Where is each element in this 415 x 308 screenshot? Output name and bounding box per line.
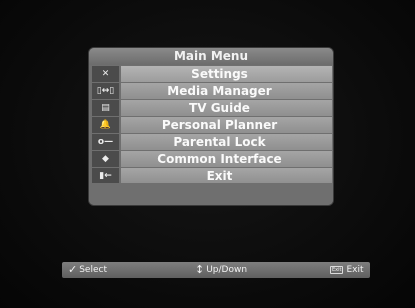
button-hint-bar: ✓ Select ↕ Up/Down Exit Exit xyxy=(62,262,370,278)
menu-item-media-manager[interactable]: ▯↔▯ Media Manager xyxy=(92,83,332,99)
card-icon: ◆ xyxy=(92,151,119,167)
key-icon: o— xyxy=(92,134,119,150)
hint-select: ✓ Select xyxy=(68,262,107,278)
menu-item-label: Personal Planner xyxy=(121,117,332,133)
hint-select-label: Select xyxy=(79,265,107,275)
menu-item-label: Exit xyxy=(121,168,332,184)
exit-key-icon: Exit xyxy=(330,266,344,274)
checkmark-icon: ✓ xyxy=(68,263,78,276)
menu-item-personal-planner[interactable]: 🔔 Personal Planner xyxy=(92,117,332,133)
up-down-arrow-icon: ↕ xyxy=(195,263,205,276)
menu-item-label: TV Guide xyxy=(121,100,332,116)
menu-item-exit[interactable]: ▮← Exit xyxy=(92,168,332,184)
menu-items: ✕ Settings ▯↔▯ Media Manager ▤ TV Guide … xyxy=(92,66,332,185)
menu-item-settings[interactable]: ✕ Settings xyxy=(92,66,332,82)
menu-item-label: Parental Lock xyxy=(121,134,332,150)
hint-updown-label: Up/Down xyxy=(206,265,248,275)
tools-icon: ✕ xyxy=(92,66,119,82)
hint-exit: Exit Exit xyxy=(330,262,364,278)
menu-item-tv-guide[interactable]: ▤ TV Guide xyxy=(92,100,332,116)
tv-screen: Main Menu ✕ Settings ▯↔▯ Media Manager ▤… xyxy=(0,0,415,308)
menu-item-label: Settings xyxy=(121,66,332,82)
guide-icon: ▤ xyxy=(92,100,119,116)
media-transfer-icon: ▯↔▯ xyxy=(92,83,119,99)
main-menu-panel: Main Menu ✕ Settings ▯↔▯ Media Manager ▤… xyxy=(89,48,333,205)
bell-icon: 🔔 xyxy=(92,117,119,133)
menu-item-label: Media Manager xyxy=(121,83,332,99)
menu-item-parental-lock[interactable]: o— Parental Lock xyxy=(92,134,332,150)
exit-icon: ▮← xyxy=(92,168,119,184)
menu-title: Main Menu xyxy=(89,48,333,65)
menu-item-common-interface[interactable]: ◆ Common Interface xyxy=(92,151,332,167)
menu-footer xyxy=(89,183,333,205)
hint-updown: ↕ Up/Down xyxy=(195,262,247,278)
hint-exit-label: Exit xyxy=(346,265,364,275)
menu-item-label: Common Interface xyxy=(121,151,332,167)
